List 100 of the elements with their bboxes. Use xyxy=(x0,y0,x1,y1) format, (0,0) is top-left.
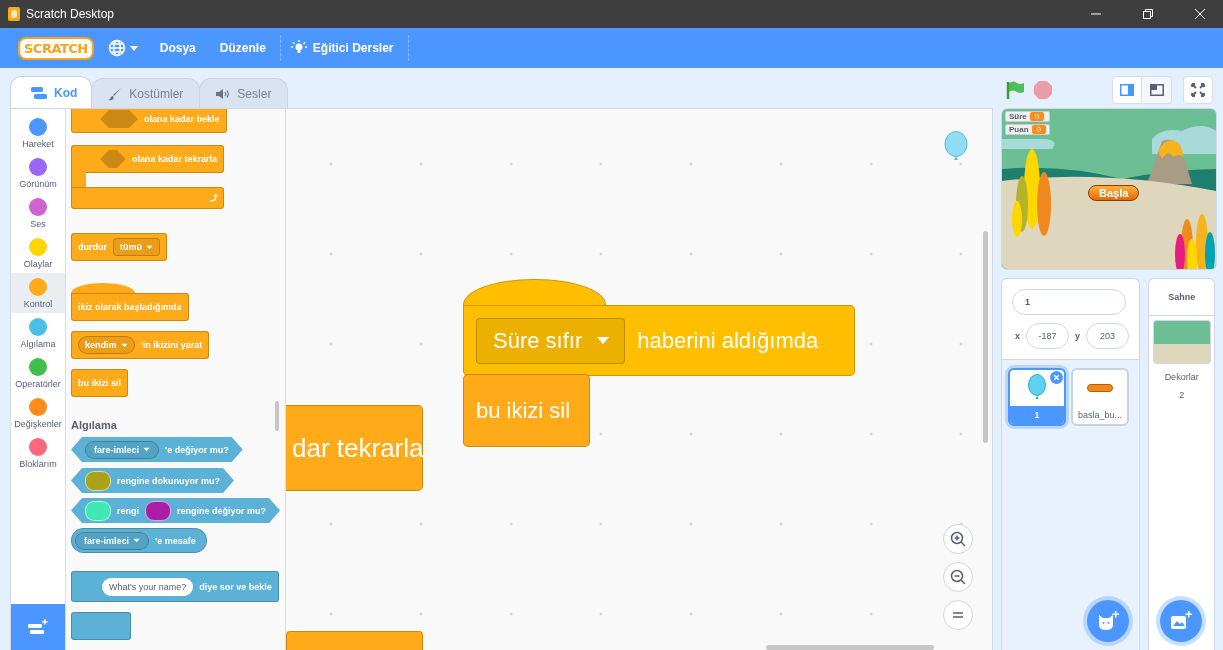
zoom-in-button[interactable] xyxy=(943,524,973,554)
button-sprite-icon xyxy=(1087,384,1113,392)
monitor-label: Puan xyxy=(1009,125,1029,134)
dropdown-field[interactable]: kendim xyxy=(78,336,135,354)
editor-tab[interactable]: Sesler xyxy=(199,78,289,108)
monitor-value: 0 xyxy=(1029,112,1045,121)
dropdown-field[interactable]: Süre sıfır xyxy=(476,317,626,364)
sprite-tile[interactable]: basla_bu... xyxy=(1071,368,1129,426)
loop-block[interactable]: dar tekrarla xyxy=(286,405,423,491)
window-title: Scratch Desktop xyxy=(26,7,115,21)
balloon-icon xyxy=(1027,374,1047,402)
boolean-block[interactable]: rengine dokunuyor mu? xyxy=(71,468,234,493)
delete-icon[interactable] xyxy=(1050,371,1063,384)
block-label: rengine değiyor mu? xyxy=(177,505,267,516)
code-block[interactable]: bu ikizi sil xyxy=(71,369,128,397)
boolean-block[interactable]: fare-imleci 'e değiyor mu? xyxy=(71,437,243,462)
reporter-block[interactable] xyxy=(71,612,131,640)
add-extension-button[interactable] xyxy=(11,604,65,650)
loop-arrow-icon xyxy=(209,194,218,202)
code-block[interactable]: durdur tümü xyxy=(71,233,167,261)
category-label: Algılama xyxy=(20,338,56,349)
boolean-block[interactable]: rengi rengine değiyor mu? xyxy=(71,498,281,523)
color-swatch[interactable] xyxy=(145,500,171,521)
zoom-in-icon xyxy=(950,531,966,547)
category-item[interactable]: Ses xyxy=(11,193,65,233)
category-label: Olaylar xyxy=(23,258,53,269)
code-block[interactable]: bu ikizi sil xyxy=(463,374,590,447)
caret-icon xyxy=(129,45,138,51)
block-label: 'in ikizini yarat xyxy=(140,340,203,350)
code-block[interactable]: What's your name? diye sor ve bekle xyxy=(71,571,279,602)
block-label: ikiz olarak başladığımda xyxy=(78,302,182,312)
tutorials-button[interactable]: Eğitici Dersler xyxy=(290,40,394,56)
sprite-tile[interactable]: 1 xyxy=(1008,368,1066,426)
backdrop-thumbnail[interactable] xyxy=(1152,320,1211,364)
add-extension-icon xyxy=(28,619,48,635)
start-button[interactable]: Başla xyxy=(1088,185,1140,201)
scrollbar[interactable] xyxy=(275,401,279,431)
text-input-field[interactable]: What's your name? xyxy=(102,577,194,596)
zoom-out-button[interactable] xyxy=(943,562,973,592)
large-stage-button[interactable] xyxy=(1142,76,1172,104)
scrollbar[interactable] xyxy=(983,231,988,443)
restore-icon[interactable] xyxy=(1143,9,1153,19)
add-sprite-button[interactable] xyxy=(1087,600,1130,642)
app-icon xyxy=(8,7,20,21)
menu-item[interactable]: Dosya xyxy=(159,41,196,55)
fullscreen-button[interactable] xyxy=(1183,76,1213,104)
loop-block[interactable]: olana kadar tekrarla xyxy=(71,145,224,209)
category-item[interactable]: Algılama xyxy=(11,313,65,353)
reporter-block[interactable]: fare-imleci 'e mesafe xyxy=(71,528,207,553)
dropdown-field[interactable]: fare-imleci xyxy=(75,531,150,550)
code-block[interactable]: kendim 'in ikizini yarat xyxy=(71,331,210,359)
add-backdrop-button[interactable] xyxy=(1160,600,1203,642)
color-swatch[interactable] xyxy=(85,500,111,521)
category-item[interactable]: Operatörler xyxy=(11,353,65,393)
small-stage-button[interactable] xyxy=(1112,76,1142,104)
category-item[interactable]: Değişkenler xyxy=(11,393,65,433)
category-item[interactable]: Olaylar xyxy=(11,233,65,273)
flag-icon[interactable] xyxy=(1005,80,1025,100)
category-label: Ses xyxy=(30,218,46,229)
category-item[interactable]: Hareket xyxy=(11,113,65,153)
editor-tab[interactable]: Kostümler xyxy=(91,78,201,108)
category-item[interactable]: Bloklarım xyxy=(11,433,65,473)
code-blocks-icon xyxy=(31,86,47,99)
globe-icon xyxy=(107,39,126,57)
monitor-label: Süre xyxy=(1009,112,1027,121)
scrollbar[interactable] xyxy=(766,645,934,650)
scratch-logo[interactable]: SCRATCH xyxy=(18,36,94,60)
small-stage-icon xyxy=(1120,84,1134,96)
code-block[interactable]: olana kadar bekle xyxy=(71,109,227,133)
editor-tab[interactable]: Kod xyxy=(10,76,93,108)
language-menu[interactable] xyxy=(107,39,138,57)
category-label: Değişkenler xyxy=(14,418,62,429)
stop-icon[interactable] xyxy=(1033,80,1053,100)
block-label: bu ikizi sil xyxy=(476,397,571,424)
color-swatch[interactable] xyxy=(85,470,111,491)
picture-plus-icon xyxy=(1170,611,1193,631)
block-label: rengine dokunuyor mu? xyxy=(117,475,220,486)
dropdown-field[interactable]: fare-imleci xyxy=(85,440,160,459)
block-label: haberini aldığımda xyxy=(637,327,819,354)
block-label: bu ikizi sil xyxy=(78,378,121,388)
equals-icon xyxy=(953,611,963,619)
caret-icon xyxy=(146,244,153,250)
zoom-out-icon xyxy=(950,569,966,585)
block-label: 'e mesafe xyxy=(155,535,196,546)
category-label: Görünüm xyxy=(19,178,57,189)
menu-item[interactable]: Düzenle xyxy=(219,41,266,55)
x-label: x xyxy=(1015,331,1020,341)
brush-icon xyxy=(108,86,123,101)
block-label: 'e değiyor mu? xyxy=(165,444,229,455)
caret-icon xyxy=(596,336,611,345)
zoom-reset-button[interactable] xyxy=(943,600,973,630)
category-label: Kontrol xyxy=(23,298,53,309)
dropdown-field[interactable]: tümü xyxy=(113,238,160,256)
cat-plus-icon xyxy=(1097,611,1120,631)
close-icon[interactable] xyxy=(1195,9,1205,19)
category-item[interactable]: Kontrol xyxy=(11,273,65,313)
backdrops-label: Dekorlar xyxy=(1164,372,1199,382)
fullscreen-icon xyxy=(1191,83,1205,97)
category-item[interactable]: Görünüm xyxy=(11,153,65,193)
event-hat-block[interactable]: Süre sıfır haberini aldığımda xyxy=(463,305,855,376)
